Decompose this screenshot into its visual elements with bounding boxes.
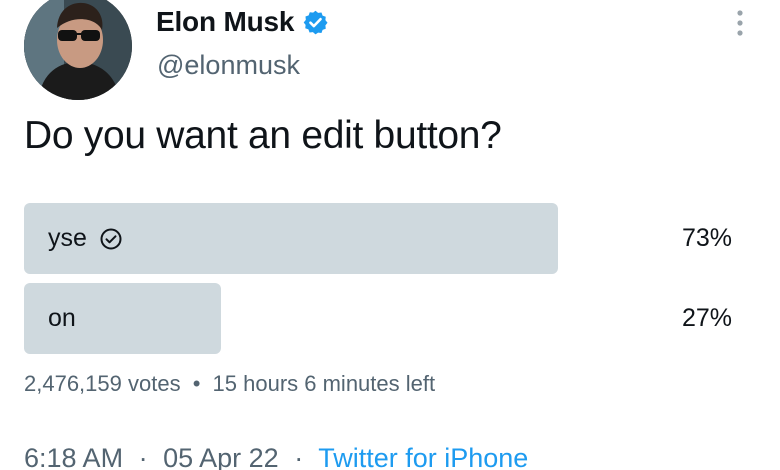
poll-meta-separator: • xyxy=(192,371,201,396)
poll-meta: 2,476,159 votes • 15 hours 6 minutes lef… xyxy=(24,371,435,397)
check-circle-icon xyxy=(99,227,123,251)
poll-option-on[interactable]: on 27% xyxy=(24,283,734,354)
display-name[interactable]: Elon Musk xyxy=(156,6,294,38)
poll-option-text: on xyxy=(48,304,76,332)
poll-option-text: yse xyxy=(48,224,87,252)
poll-vote-count: 2,476,159 votes xyxy=(24,371,181,396)
avatar[interactable] xyxy=(24,0,132,100)
tweet-meta: 6:18 AM · 05 Apr 22 · Twitter for iPhone xyxy=(24,443,528,470)
poll-option-label: yse xyxy=(48,203,123,274)
tweet: Elon Musk @elonmusk Do you want an edit … xyxy=(0,0,780,470)
tweet-time[interactable]: 6:18 AM xyxy=(24,443,123,470)
tweet-source-link[interactable]: Twitter for iPhone xyxy=(318,443,528,470)
more-vertical-icon[interactable] xyxy=(733,8,747,38)
poll-option-yse[interactable]: yse 73% xyxy=(24,203,734,274)
verified-badge-icon xyxy=(302,9,329,36)
poll-time-left: 15 hours 6 minutes left xyxy=(212,371,436,396)
tweet-text: Do you want an edit button? xyxy=(24,114,502,157)
tweet-date[interactable]: 05 Apr 22 xyxy=(163,443,279,470)
poll-option-label: on xyxy=(48,283,76,354)
name-row: Elon Musk xyxy=(156,6,329,38)
poll-option-percent: 73% xyxy=(681,224,732,252)
poll-option-percent: 27% xyxy=(681,304,732,332)
tweet-meta-separator: · xyxy=(138,443,148,470)
handle[interactable]: @elonmusk xyxy=(157,50,300,81)
tweet-meta-separator: · xyxy=(294,443,304,470)
